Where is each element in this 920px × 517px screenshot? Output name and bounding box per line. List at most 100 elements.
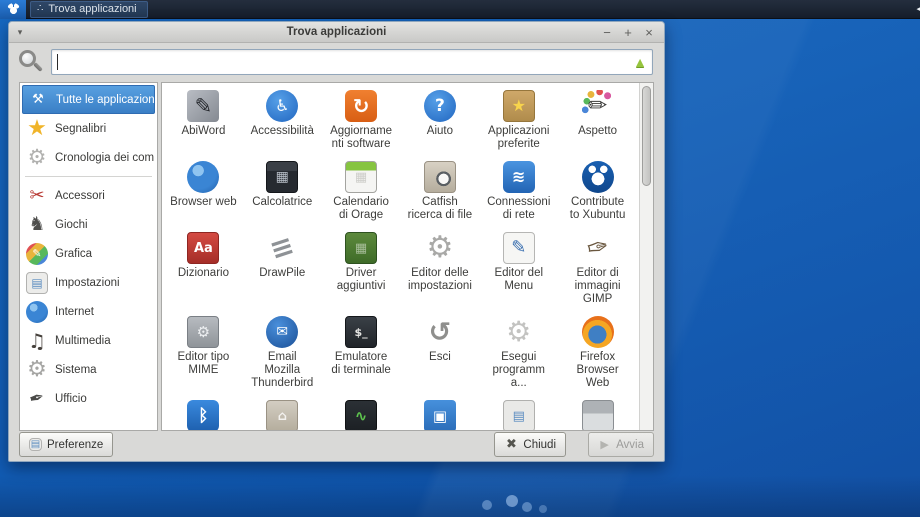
vertical-scrollbar[interactable] (639, 83, 653, 430)
app-esegui-programma[interactable]: ⚙Esegui programm a... (479, 316, 558, 390)
app-esci[interactable]: ↺Esci (401, 316, 480, 390)
app-browser-web[interactable]: Browser web (164, 161, 243, 222)
calculator-icon: ▦ (266, 161, 298, 193)
app-calendario-orage[interactable]: ▦Calendario di Orage (322, 161, 401, 222)
firefox-icon (582, 316, 614, 348)
menu-editor-icon: ✎ (503, 232, 535, 264)
window-menu-button[interactable]: ▾ (9, 27, 31, 38)
window-footer: ▤ Preferenze ✖ Chiudi ▶ Avvia (9, 429, 664, 461)
close-button[interactable]: × (642, 23, 656, 42)
app-thunderbird[interactable]: ✉Email Mozilla Thunderbird (243, 316, 322, 390)
launch-button[interactable]: ▶ Avvia (588, 432, 654, 457)
sidebar-item-giochi[interactable]: ♞Giochi (22, 210, 155, 239)
app-catfish[interactable]: Catfish ricerca di file (401, 161, 480, 222)
app-connessioni-di-rete[interactable]: ≋Connessioni di rete (479, 161, 558, 222)
app-editor-impostazioni[interactable]: ⚙Editor delle impostazioni (401, 232, 480, 306)
sidebar-item-internet[interactable]: Internet (22, 297, 155, 326)
tray-icon[interactable]: ◀ (917, 2, 920, 15)
sidebar-item-label: Giochi (55, 219, 88, 231)
launch-arrow-icon[interactable]: ▲ (633, 54, 647, 70)
app-label: Email Mozilla Thunderbird (251, 351, 313, 390)
app-monitor-sistema[interactable]: ∿ (322, 400, 401, 430)
gimp-icon: ✑ (579, 229, 617, 267)
software-updates-icon: ↻ (345, 90, 377, 122)
app-calcolatrice[interactable]: ▦ Calcolatrice (243, 161, 322, 222)
panel-settings-icon: ▤ (503, 400, 535, 430)
app-finestre[interactable]: ▣ (401, 400, 480, 430)
bookmarks-star-icon: ★ (26, 118, 48, 140)
sidebar-item-sistema[interactable]: ⚙Sistema (22, 355, 155, 384)
sidebar-item-label: Grafica (55, 248, 92, 260)
network-wifi-icon: ≋ (503, 161, 535, 193)
preferences-button[interactable]: ▤ Preferenze (19, 432, 113, 457)
applications-menu-button[interactable] (0, 0, 26, 19)
accessories-knife-icon: ✂ (26, 185, 48, 207)
terminal-icon: $_ (345, 316, 377, 348)
sidebar-separator (25, 176, 152, 177)
app-contribute-xubuntu[interactable]: Contribute to Xubuntu (558, 161, 637, 222)
app-pannello[interactable]: ▤ (479, 400, 558, 430)
additional-drivers-icon: ▦ (345, 232, 377, 264)
app-editor-tipo-mime[interactable]: ⚙Editor tipo MIME (164, 316, 243, 390)
taskbar-item-appfinder[interactable]: ∴ Trova applicazioni (30, 1, 148, 18)
favorite-apps-icon: ★ (503, 90, 535, 122)
sidebar-item-tutte-le-applicazioni[interactable]: ⚒ Tutte le applicazioni (22, 85, 155, 114)
app-label: Dizionario (178, 267, 229, 280)
help-icon: ? (424, 90, 456, 122)
scrollbar-thumb[interactable] (642, 86, 651, 186)
app-label: Editor delle impostazioni (408, 267, 472, 293)
sidebar-item-grafica[interactable]: ✎Grafica (22, 239, 155, 268)
sidebar-item-impostazioni[interactable]: ▤Impostazioni (22, 268, 155, 297)
app-cartella-home[interactable]: ⌂ (243, 400, 322, 430)
sidebar-item-cronologia[interactable]: ⚙Cronologia dei com... (22, 143, 155, 172)
app-driver-aggiuntivi[interactable]: ▦Driver aggiuntivi (322, 232, 401, 306)
search-input[interactable] (56, 51, 628, 73)
abiword-icon: ✎ (187, 90, 219, 122)
content-area: ⚒ Tutte le applicazioni ★Segnalibri⚙Cronol… (19, 82, 654, 431)
appfinder-icon: ∴ (37, 4, 43, 14)
maximize-button[interactable]: + (621, 23, 635, 42)
application-grid: ✎AbiWord♿Accessibilità↻Aggiorname nti so… (164, 83, 637, 430)
preferences-icon: ▤ (29, 438, 42, 451)
command-history-gears-icon: ⚙ (26, 147, 48, 169)
app-abiword[interactable]: ✎AbiWord (164, 90, 243, 151)
app-aspetto[interactable]: ✏Aspetto (558, 90, 637, 151)
app-gimp[interactable]: ✑Editor di immagini GIMP (558, 232, 637, 306)
wallpaper-dot (482, 500, 492, 510)
sidebar-item-label: Tutte le applicazioni (56, 94, 155, 106)
sidebar-item-label: Ufficio (55, 393, 87, 405)
wallpaper-dot (506, 495, 518, 507)
app-label: Accessibilità (251, 125, 314, 138)
app-label: Aspetto (578, 125, 617, 138)
thunderbird-icon: ✉ (266, 316, 298, 348)
sidebar-item-accessori[interactable]: ✂Accessori (22, 181, 155, 210)
app-label: Applicazioni preferite (488, 125, 549, 151)
orage-calendar-icon: ▦ (345, 161, 377, 193)
app-label: Calcolatrice (252, 196, 312, 209)
app-dizionario[interactable]: AaDizionario (164, 232, 243, 306)
app-drawpile[interactable]: ≡DrawPile (243, 232, 322, 306)
sidebar-item-ufficio[interactable]: ✒Ufficio (22, 384, 155, 413)
close-window-button[interactable]: ✖ Chiudi (494, 432, 566, 457)
bluetooth-icon: ᛒ (187, 400, 219, 430)
sidebar-item-segnalibri[interactable]: ★Segnalibri (22, 114, 155, 143)
web-browser-globe-icon (187, 161, 219, 193)
sidebar-item-multimedia[interactable]: ♫Multimedia (22, 326, 155, 355)
app-terminale[interactable]: $_Emulatore di terminale (322, 316, 401, 390)
all-applications-icon: ⚒ (27, 89, 49, 111)
minimize-button[interactable]: − (600, 23, 614, 42)
system-monitor-icon: ∿ (345, 400, 377, 430)
app-bluetooth[interactable]: ᛒ (164, 400, 243, 430)
mime-type-editor-icon: ⚙ (187, 316, 219, 348)
app-aggiornamenti-software[interactable]: ↻Aggiorname nti software (322, 90, 401, 151)
desktop[interactable]: ∴ Trova applicazioni ◀ ▾ Trova applicazi… (0, 0, 920, 517)
app-accessibilita[interactable]: ♿Accessibilità (243, 90, 322, 151)
close-x-icon: ✖ (504, 438, 518, 452)
app-firefox[interactable]: Firefox Browser Web (558, 316, 637, 390)
settings-panels-icon: ▤ (26, 272, 48, 294)
app-stampante[interactable] (558, 400, 637, 430)
app-editor-menu[interactable]: ✎Editor del Menu (479, 232, 558, 306)
app-applicazioni-preferite[interactable]: ★ Applicazioni preferite (479, 90, 558, 151)
titlebar[interactable]: ▾ Trova applicazioni − + × (9, 22, 664, 43)
app-aiuto[interactable]: ?Aiuto (401, 90, 480, 151)
